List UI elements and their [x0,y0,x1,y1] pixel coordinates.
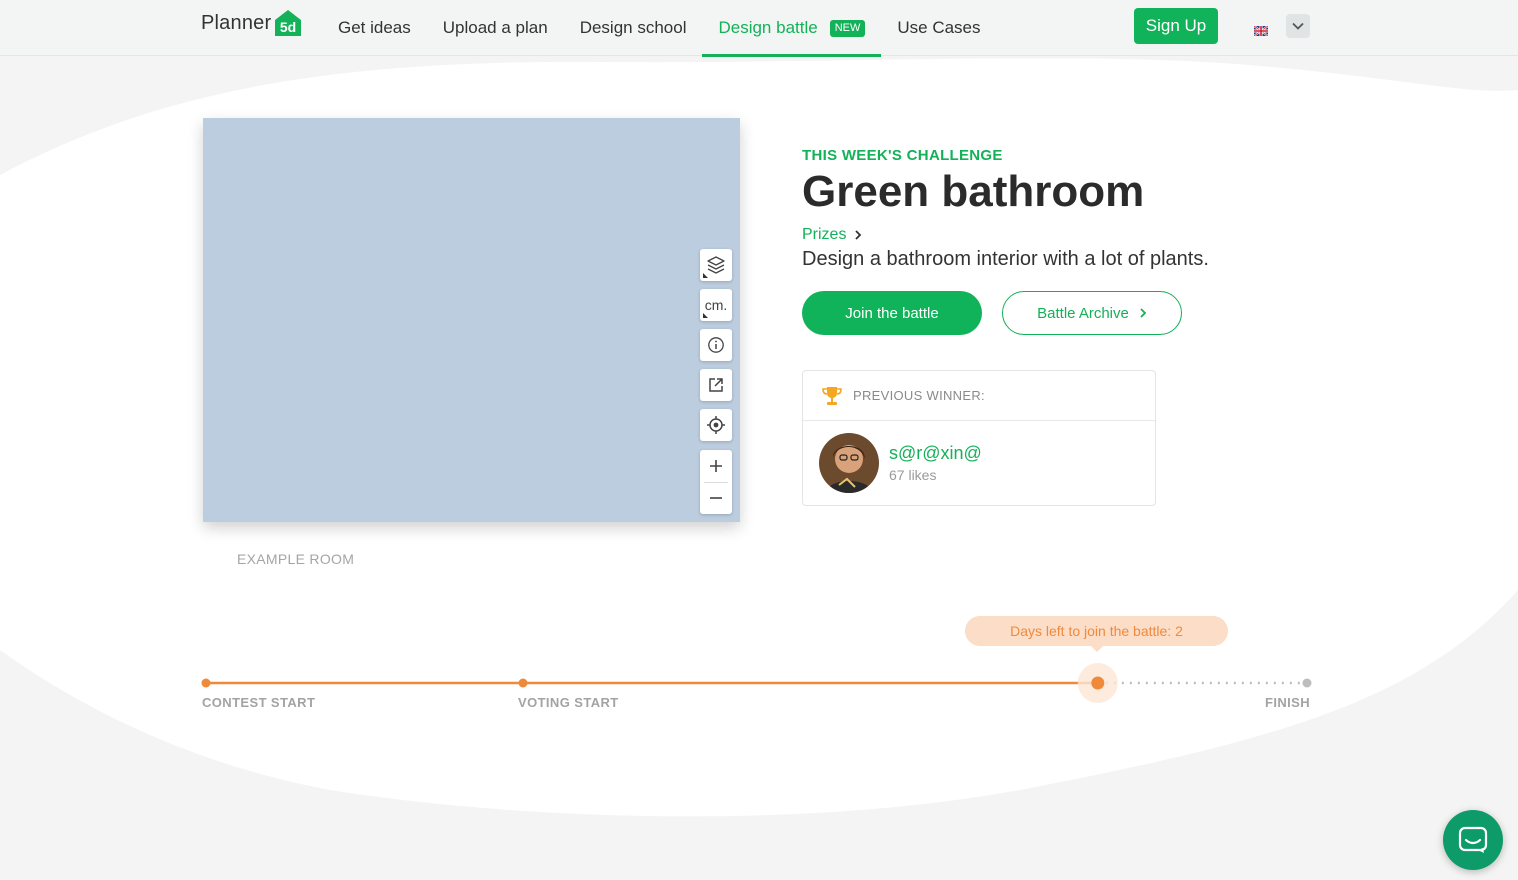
voting-start-label: VOTING START [518,695,619,710]
battle-timeline: Days left to join the battle: 2 CONTEST … [0,0,1518,880]
nav-design-battle[interactable]: Design battle NEW [702,0,882,57]
chat-launcher-button[interactable] [1443,810,1503,870]
nav-design-school[interactable]: Design school [564,0,703,56]
chevron-down-icon[interactable] [1286,14,1310,38]
top-navbar: Planner 5d Get ideas Upload a plan Desig… [0,0,1518,57]
chat-icon [1458,826,1488,853]
new-badge: NEW [829,19,866,37]
days-left-tooltip: Days left to join the battle: 2 [965,616,1228,652]
nav-upload-plan[interactable]: Upload a plan [427,0,564,56]
language-selector[interactable] [1253,14,1310,38]
nav-use-cases[interactable]: Use Cases [881,0,996,56]
planner5d-logo[interactable]: Planner 5d [201,8,303,38]
nav-label: Upload a plan [442,18,548,37]
logo-text: Planner [201,11,272,34]
nav-label: Design battle [718,18,818,37]
timeline-finish-dot [1302,678,1312,688]
contest-start-label: CONTEST START [202,695,316,710]
nav-get-ideas[interactable]: Get ideas [322,0,427,56]
finish-label: FINISH [1265,695,1311,710]
logo-house-icon: 5d [273,8,303,38]
nav-label: Design school [579,18,687,37]
main-nav: Get ideas Upload a plan Design school De… [322,0,997,57]
logo-mark-text: 5d [280,19,296,35]
timeline-track [201,663,1312,703]
nav-label: Get ideas [338,18,411,37]
timeline-voting-dot [518,678,528,688]
timeline-start-dot [201,678,211,688]
nav-label: Use Cases [897,18,981,37]
sign-up-button[interactable]: Sign Up [1134,8,1218,44]
timeline-current-dot [1091,676,1105,690]
uk-flag-icon [1253,23,1269,37]
